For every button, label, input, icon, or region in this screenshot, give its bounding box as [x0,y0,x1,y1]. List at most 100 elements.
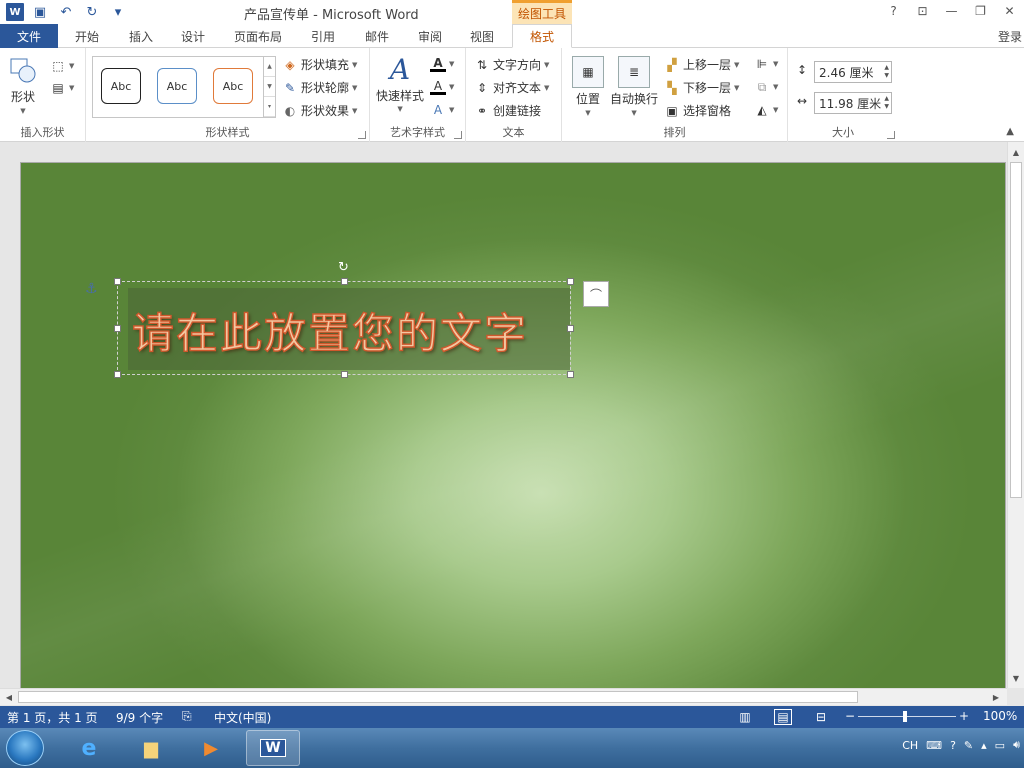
resize-handle-left[interactable] [114,325,121,332]
layout-options-button[interactable]: ⌒ [583,281,609,307]
size-launcher-icon[interactable] [887,131,895,139]
show-hidden-icons[interactable]: ▴ [981,739,987,752]
send-backward-button[interactable]: ▚ 下移一层 ▼ [664,79,739,96]
word-count[interactable]: 9/9 个字 [116,709,163,726]
shape-style-blue[interactable]: Abc [157,68,197,104]
save-icon[interactable]: ▣ [30,2,50,22]
resize-handle-right[interactable] [567,325,574,332]
text-outline-button[interactable]: A ▼ [430,79,454,95]
sign-in-link[interactable]: 登录 [998,28,1022,45]
wrap-text-button[interactable]: ≣ 自动换行 ▼ [610,56,658,117]
resize-handle-bottom[interactable] [341,371,348,378]
text-fill-button[interactable]: A ▼ [430,56,454,72]
tab-page-layout[interactable]: 页面布局 [234,24,282,48]
read-mode-icon[interactable]: ▥ [736,709,754,725]
word-taskbar-icon[interactable]: W [246,730,300,766]
scroll-down-icon[interactable]: ▼ [1008,670,1024,686]
word-app-icon[interactable]: W [6,3,24,21]
gallery-up-icon[interactable]: ▲ [264,57,275,77]
horizontal-scroll-thumb[interactable] [18,691,858,703]
volume-icon[interactable]: 🔊︎ [1013,738,1020,752]
height-spin-arrows-icon[interactable]: ▲ ▼ [884,64,889,80]
shape-fill-button[interactable]: ◈ 形状填充 ▼ [282,56,357,73]
pen-icon[interactable]: ✎ [964,739,973,752]
vertical-scroll-thumb[interactable] [1010,162,1022,498]
zoom-slider[interactable] [858,716,956,717]
shape-style-black[interactable]: Abc [101,68,141,104]
shape-effects-button[interactable]: ◐ 形状效果 ▼ [282,102,358,119]
create-link-button[interactable]: ⚭ 创建链接 [474,102,541,119]
tab-home[interactable]: 开始 [75,24,99,48]
zoom-level[interactable]: 100% [983,709,1017,723]
selection-pane-button[interactable]: ▣ 选择窗格 [664,102,731,119]
width-spin-arrows-icon[interactable]: ▲ ▼ [884,95,889,111]
ribbon-display-button[interactable]: ⊡ [908,0,937,22]
shapes-button[interactable]: 形状 ▼ [8,56,38,115]
scroll-right-icon[interactable]: ▶ [988,689,1004,705]
tab-mailings[interactable]: 邮件 [365,24,389,48]
text-effects-button[interactable]: A ▼ [430,102,455,118]
customize-qat-icon[interactable]: ▾ [108,2,128,22]
shape-style-orange[interactable]: Abc [213,68,253,104]
web-layout-icon[interactable]: ⊟ [812,709,830,725]
wordart-textbox[interactable]: 请在此放置您的文字 ↻ [114,260,574,378]
keyboard-icon[interactable]: ⌨ [926,739,942,752]
rotate-button[interactable]: ◭ ▼ [754,102,778,118]
shape-styles-launcher-icon[interactable] [358,131,366,139]
gallery-more-icon[interactable]: ▾ [264,97,275,117]
zoom-slider-thumb[interactable] [903,711,907,722]
tab-view[interactable]: 视图 [470,24,494,48]
resize-handle-top-left[interactable] [114,278,121,285]
align-text-button[interactable]: ⇕ 对齐文本 ▼ [474,79,549,96]
resize-handle-top[interactable] [341,278,348,285]
resize-handle-bottom-left[interactable] [114,371,121,378]
network-icon[interactable]: ▭ [995,739,1005,752]
wordart-text[interactable]: 请在此放置您的文字 [131,300,528,361]
start-button[interactable] [6,730,44,766]
align-button[interactable]: ⊫ ▼ [754,56,779,72]
collapse-ribbon-icon[interactable]: ▲ [1006,126,1014,137]
tab-review[interactable]: 审阅 [418,24,442,48]
shape-height-input[interactable]: 2.46 厘米 ▲ ▼ [814,61,892,83]
input-language[interactable]: CH [902,739,918,752]
scroll-left-icon[interactable]: ◀ [1,689,17,705]
scroll-up-icon[interactable]: ▲ [1008,144,1024,160]
redo-icon[interactable]: ↻ [82,2,102,22]
help-icon[interactable]: ? [950,739,956,752]
language-indicator[interactable]: 中文(中国) [214,709,271,726]
position-button[interactable]: ▦ 位置 ▼ [572,56,604,117]
draw-textbox-button[interactable]: ▤ ▼ [50,80,74,96]
vertical-scrollbar[interactable]: ▲ ▼ [1007,142,1024,688]
resize-handle-top-right[interactable] [567,278,574,285]
resize-handle-bottom-right[interactable] [567,371,574,378]
bring-forward-button[interactable]: ▞ 上移一层 ▼ [664,56,739,73]
horizontal-scrollbar[interactable]: ◀ ▶ [0,688,1007,705]
zoom-out-button[interactable]: − [845,709,855,723]
gallery-scrollbar[interactable]: ▲ ▼ ▾ [263,57,275,117]
rotate-handle-icon[interactable]: ↻ [338,260,349,275]
file-explorer-icon[interactable]: ▆ [124,730,178,766]
shape-outline-button[interactable]: ✎ 形状轮廓 ▼ [282,79,357,96]
undo-icon[interactable]: ↶ [56,2,76,22]
shape-width-input[interactable]: 11.98 厘米 ▲ ▼ [814,92,892,114]
anchor-icon[interactable]: ⚓ [85,281,98,297]
tab-references[interactable]: 引用 [311,24,335,48]
text-direction-button[interactable]: ⇅ 文字方向 ▼ [474,56,549,73]
zoom-in-button[interactable]: + [959,709,969,723]
tab-design[interactable]: 设计 [181,24,205,48]
close-button[interactable]: ✕ [995,0,1024,22]
print-layout-icon[interactable]: ▤ [774,709,792,725]
proofing-icon[interactable]: ⎘ [182,709,192,724]
internet-explorer-icon[interactable]: e [62,730,116,766]
restore-button[interactable]: ❐ [966,0,995,22]
gallery-down-icon[interactable]: ▼ [264,77,275,97]
media-player-icon[interactable]: ▶ [184,730,238,766]
tab-insert[interactable]: 插入 [129,24,153,48]
page-count[interactable]: 第 1 页，共 1 页 [7,709,98,726]
help-button[interactable]: ? [879,0,908,22]
tab-format[interactable]: 格式 [512,24,572,48]
document-page[interactable]: ⚓ 请在此放置您的文字 ↻ ⌒ [20,162,1006,690]
wordart-launcher-icon[interactable] [454,131,462,139]
quick-styles-button[interactable]: A 快速样式 ▼ [376,54,424,114]
tab-file[interactable]: 文件 [0,24,58,48]
